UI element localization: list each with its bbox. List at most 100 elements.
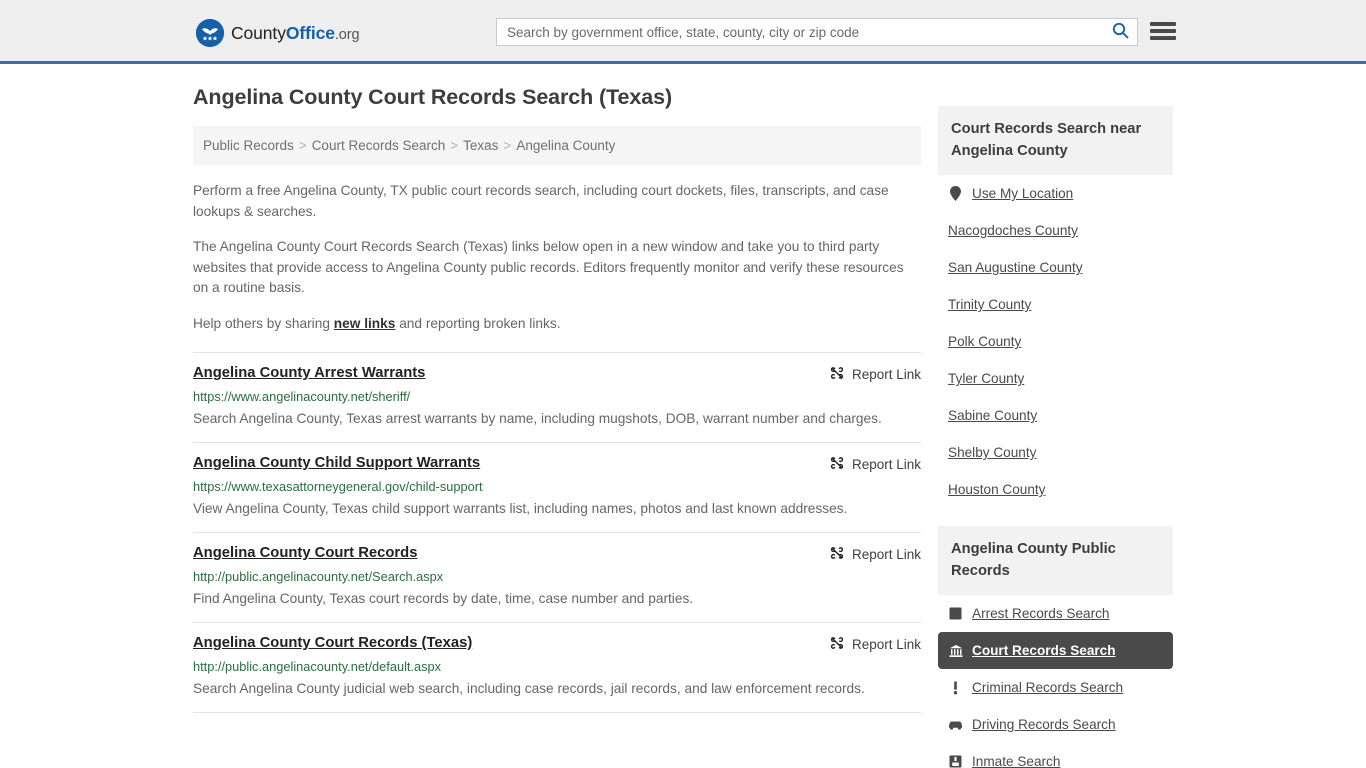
- hamburger-bar-1: [1150, 22, 1176, 26]
- sidebar-item-shelby-county[interactable]: Shelby County: [938, 434, 1173, 471]
- list-item: Criminal Records Search: [938, 669, 1173, 706]
- result-description: Search Angelina County, Texas arrest war…: [193, 411, 882, 426]
- result-description: Search Angelina County judicial web sear…: [193, 681, 865, 696]
- sidebar-nearby-list: Use My Location Nacogdoches County San A…: [938, 175, 1173, 508]
- list-item: Polk County: [938, 323, 1173, 360]
- list-item: Shelby County: [938, 434, 1173, 471]
- result-header: Angelina County Court Records Report Lin…: [193, 544, 921, 564]
- list-item: Nacogdoches County: [938, 212, 1173, 249]
- result-description: Find Angelina County, Texas court record…: [193, 591, 694, 606]
- report-link-button[interactable]: Report Link: [829, 544, 921, 564]
- search-bar[interactable]: [496, 18, 1138, 46]
- list-item: Driving Records Search: [938, 706, 1173, 743]
- sidebar-item-polk-county[interactable]: Polk County: [938, 323, 1173, 360]
- sidebar-item-label: Houston County: [948, 482, 1046, 497]
- sidebar-item-inmate-search[interactable]: Inmate Search: [938, 743, 1173, 768]
- breadcrumb-item-public-records[interactable]: Public Records: [203, 138, 294, 153]
- sidebar-item-label: Use My Location: [972, 186, 1074, 201]
- list-item: Use My Location: [938, 175, 1173, 212]
- report-link-button[interactable]: Report Link: [829, 364, 921, 384]
- hamburger-bar-2: [1150, 29, 1176, 33]
- result-title-link[interactable]: Angelina County Court Records: [193, 544, 417, 563]
- sidebar-item-court-records-search[interactable]: Court Records Search: [938, 632, 1173, 669]
- intro-text: Perform a free Angelina County, TX publi…: [193, 181, 921, 334]
- result-title-link[interactable]: Angelina County Court Records (Texas): [193, 634, 472, 653]
- report-link-button[interactable]: Report Link: [829, 454, 921, 474]
- result-item: Angelina County Court Records (Texas) Re…: [193, 622, 921, 712]
- logo-text-office: Office: [285, 22, 335, 43]
- report-link-label: Report Link: [851, 547, 921, 562]
- result-title-link[interactable]: Angelina County Arrest Warrants: [193, 364, 425, 383]
- broken-link-icon: [829, 455, 845, 474]
- broken-link-icon: [829, 545, 845, 564]
- sidebar-item-criminal-records-search[interactable]: Criminal Records Search: [938, 669, 1173, 706]
- list-item: Court Records Search: [938, 632, 1173, 669]
- map-pin-icon: [948, 186, 963, 201]
- intro-paragraph-3-after: and reporting broken links.: [395, 315, 561, 331]
- sidebar-item-label: Court Records Search: [972, 643, 1116, 658]
- list-item: Arrest Records Search: [938, 595, 1173, 632]
- search-icon: [1112, 22, 1129, 42]
- sidebar-item-label: Sabine County: [948, 408, 1038, 423]
- sidebar-nearby-title: Court Records Search near Angelina Count…: [938, 106, 1173, 175]
- breadcrumb-item-texas[interactable]: Texas: [463, 138, 498, 153]
- sidebar-item-label: Driving Records Search: [972, 717, 1116, 732]
- search-input[interactable]: [497, 19, 1103, 45]
- sidebar-item-houston-county[interactable]: Houston County: [938, 471, 1173, 508]
- list-item: Sabine County: [938, 397, 1173, 434]
- result-title-link[interactable]: Angelina County Child Support Warrants: [193, 454, 480, 473]
- breadcrumb-item-court-records-search[interactable]: Court Records Search: [312, 138, 446, 153]
- sidebar-item-label: Polk County: [948, 334, 1022, 349]
- sidebar-item-label: Tyler County: [948, 371, 1025, 386]
- site-logo[interactable]: CountyOffice.org: [196, 19, 360, 47]
- sidebar-item-arrest-records-search[interactable]: Arrest Records Search: [938, 595, 1173, 632]
- result-url: https://www.texasattorneygeneral.gov/chi…: [193, 479, 483, 494]
- sidebar-item-sabine-county[interactable]: Sabine County: [938, 397, 1173, 434]
- list-item: Tyler County: [938, 360, 1173, 397]
- sidebar-item-use-my-location[interactable]: Use My Location: [938, 175, 1173, 212]
- sidebar-item-tyler-county[interactable]: Tyler County: [938, 360, 1173, 397]
- result-header: Angelina County Court Records (Texas) Re…: [193, 634, 921, 654]
- list-item: Houston County: [938, 471, 1173, 508]
- breadcrumb-separator: >: [450, 138, 459, 153]
- logo-text-county: County: [231, 22, 286, 43]
- result-description: View Angelina County, Texas child suppor…: [193, 501, 848, 516]
- intro-paragraph-3: Help others by sharing new links and rep…: [193, 314, 921, 335]
- site-logo-text: CountyOffice.org: [231, 22, 360, 44]
- sidebar-item-label: Arrest Records Search: [972, 606, 1110, 621]
- sidebar-item-trinity-county[interactable]: Trinity County: [938, 286, 1173, 323]
- sidebar-item-driving-records-search[interactable]: Driving Records Search: [938, 706, 1173, 743]
- logo-text-org: .org: [334, 26, 360, 43]
- result-divider: [193, 712, 921, 713]
- courthouse-icon: [948, 643, 963, 658]
- broken-link-icon: [829, 365, 845, 384]
- content-container: Angelina County Court Records Search (Te…: [193, 64, 1173, 768]
- sidebar-item-label: Trinity County: [948, 297, 1032, 312]
- new-links-link[interactable]: new links: [334, 316, 396, 331]
- result-item: Angelina County Court Records Report Lin…: [193, 532, 921, 622]
- result-header: Angelina County Child Support Warrants R…: [193, 454, 921, 474]
- result-url: http://public.angelinacounty.net/default…: [193, 659, 442, 674]
- intro-paragraph-3-before: Help others by sharing: [193, 315, 334, 331]
- report-link-label: Report Link: [851, 637, 921, 652]
- page-title: Angelina County Court Records Search (Te…: [193, 85, 673, 109]
- sidebar-item-nacogdoches-county[interactable]: Nacogdoches County: [938, 212, 1173, 249]
- car-icon: [948, 717, 963, 732]
- broken-link-icon: [829, 635, 845, 654]
- report-link-button[interactable]: Report Link: [829, 634, 921, 654]
- prison-icon: [948, 754, 963, 768]
- breadcrumb-item-angelina-county[interactable]: Angelina County: [516, 138, 615, 153]
- list-item: Inmate Search: [938, 743, 1173, 768]
- search-button[interactable]: [1103, 19, 1137, 45]
- sidebar-item-label: Criminal Records Search: [972, 680, 1124, 695]
- sidebar-item-san-augustine-county[interactable]: San Augustine County: [938, 249, 1173, 286]
- breadcrumb: Public Records > Court Records Search > Texa…: [193, 126, 921, 165]
- list-item: San Augustine County: [938, 249, 1173, 286]
- hamburger-menu-icon[interactable]: [1150, 20, 1176, 42]
- result-item: Angelina County Arrest Warrants Report L…: [193, 352, 921, 442]
- sidebar-item-label: San Augustine County: [948, 260, 1083, 275]
- eagle-seal-icon: [196, 19, 224, 47]
- hamburger-bar-3: [1150, 36, 1176, 40]
- list-item: Trinity County: [938, 286, 1173, 323]
